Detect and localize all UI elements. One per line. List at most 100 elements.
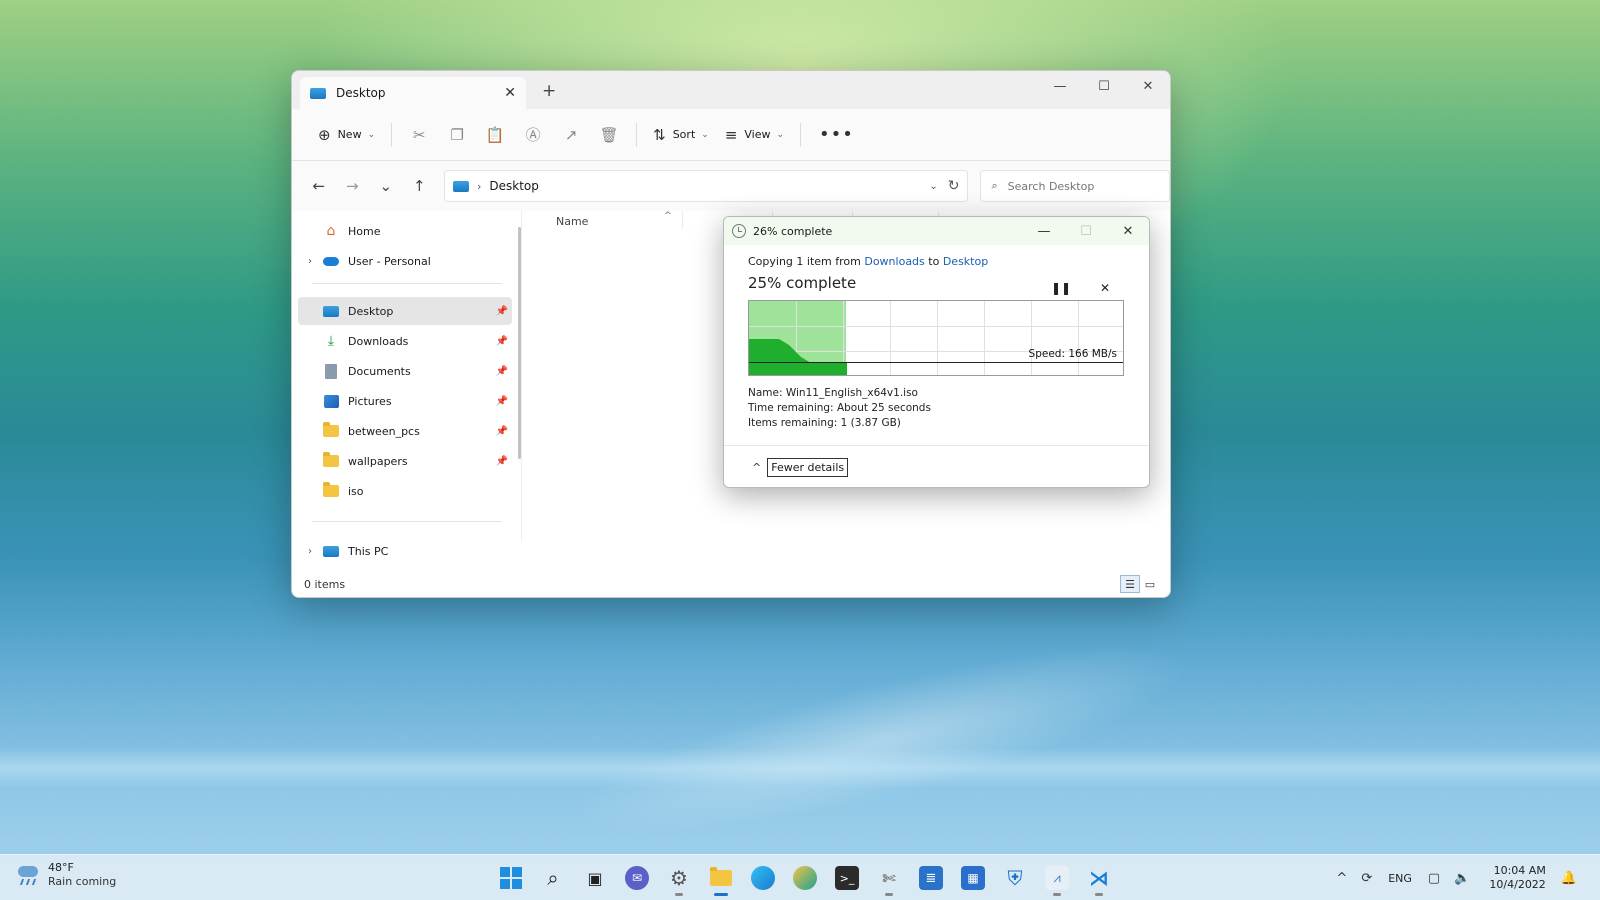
- detail-items: Items remaining: 1 (3.87 GB): [748, 416, 1125, 431]
- snipping-tool-button[interactable]: ✄: [868, 860, 910, 896]
- desktop-folder-icon: [310, 87, 326, 99]
- view-button[interactable]: ≡ View ⌄: [717, 119, 792, 151]
- refresh-icon[interactable]: ↻: [948, 178, 960, 194]
- settings-button[interactable]: ⚙: [658, 860, 700, 896]
- new-button[interactable]: ⊕ New ⌄: [310, 119, 383, 151]
- close-button[interactable]: ✕: [1126, 71, 1170, 101]
- language-indicator[interactable]: ENG: [1388, 872, 1412, 885]
- tiles-view-icon[interactable]: ▭: [1140, 575, 1160, 593]
- pin-icon: 📌: [495, 365, 508, 377]
- store-button[interactable]: ▦: [952, 860, 994, 896]
- pin-icon: 📌: [495, 335, 508, 347]
- nav-item-downloads[interactable]: ⤓ Downloads 📌: [298, 327, 512, 355]
- tab-desktop[interactable]: Desktop ✕: [300, 77, 526, 109]
- security-button[interactable]: ⛨: [994, 860, 1036, 896]
- pin-icon: 📌: [495, 455, 508, 467]
- pin-icon: 📌: [495, 305, 508, 317]
- nav-item-wallpapers[interactable]: wallpapers 📌: [298, 447, 512, 475]
- rain-cloud-icon: [16, 862, 42, 888]
- maximize-button[interactable]: ☐: [1082, 71, 1126, 101]
- weather-temperature: 48°F: [48, 861, 74, 874]
- nav-item-between-pcs[interactable]: between_pcs 📌: [298, 417, 512, 445]
- nav-item-desktop[interactable]: Desktop 📌: [298, 297, 512, 325]
- notepad-button[interactable]: ≣: [910, 860, 952, 896]
- expand-chevron-icon[interactable]: ›: [298, 256, 322, 267]
- nav-item-iso[interactable]: iso: [298, 477, 512, 505]
- source-link[interactable]: Downloads: [864, 255, 924, 268]
- tab-close-icon[interactable]: ✕: [504, 85, 516, 101]
- sync-icon[interactable]: ⟳: [1361, 871, 1372, 886]
- nav-item-onedrive[interactable]: › User - Personal: [298, 247, 512, 275]
- chevron-up-icon[interactable]: ^: [752, 461, 761, 474]
- up-arrow-icon[interactable]: ↑: [403, 171, 437, 201]
- copy-icon[interactable]: ❐: [438, 119, 476, 151]
- network-icon[interactable]: ▢: [1428, 871, 1440, 886]
- forward-arrow-icon[interactable]: →: [336, 171, 370, 201]
- task-view-button[interactable]: ▣: [574, 860, 616, 896]
- recent-locations-chevron-icon[interactable]: ⌄: [369, 171, 403, 201]
- search-button[interactable]: ⌕: [532, 860, 574, 896]
- copy-mid: to: [924, 255, 943, 268]
- volume-icon[interactable]: 🔈: [1454, 871, 1470, 886]
- sort-button[interactable]: ⇅ Sort ⌄: [645, 119, 717, 151]
- store-icon: ▦: [961, 866, 985, 890]
- breadcrumb-chevron-icon[interactable]: ›: [477, 180, 481, 193]
- clock[interactable]: 10:04 AM 10/4/2022: [1489, 864, 1545, 892]
- nav-scrollbar-thumb[interactable]: [518, 227, 521, 459]
- cut-icon[interactable]: ✂: [400, 119, 438, 151]
- dialog-minimize-button[interactable]: —: [1023, 217, 1065, 245]
- address-row: ← → ⌄ ↑ › Desktop ⌄ ↻ ⌕: [292, 161, 1170, 211]
- vscode-button[interactable]: ⋊: [1078, 860, 1120, 896]
- clock-icon: [732, 224, 746, 238]
- dialog-maximize-button[interactable]: ☐: [1065, 217, 1107, 245]
- taskbar-apps: ⌕ ▣ ✉ ⚙ >_ ✄ ≣ ▦ ⛨ ⩘ ⋊: [490, 860, 1120, 896]
- dialog-window-controls: — ☐ ✕: [1023, 217, 1149, 245]
- pause-icon[interactable]: ❚❚: [1039, 281, 1083, 295]
- details-view-icon[interactable]: ☰: [1120, 575, 1140, 593]
- chat-button[interactable]: ✉: [616, 860, 658, 896]
- column-header-name[interactable]: Name: [556, 215, 588, 228]
- nav-scrollbar[interactable]: [518, 211, 522, 541]
- nav-divider: [312, 521, 502, 522]
- nav-label: This PC: [348, 544, 389, 558]
- search-box[interactable]: ⌕: [980, 170, 1170, 202]
- new-tab-button[interactable]: +: [542, 81, 556, 101]
- fewer-details-button[interactable]: Fewer details: [767, 458, 849, 477]
- task-manager-button[interactable]: ⩘: [1036, 860, 1078, 896]
- start-button[interactable]: [490, 860, 532, 896]
- back-arrow-icon[interactable]: ←: [302, 171, 336, 201]
- nav-item-this-pc[interactable]: › This PC: [298, 537, 512, 565]
- copy-progress-dialog: 26% complete — ☐ ✕ Copying 1 item from D…: [723, 216, 1150, 488]
- notepad-icon: ≣: [919, 866, 943, 890]
- nav-item-home[interactable]: ⌂ Home: [298, 217, 512, 245]
- nav-item-documents[interactable]: Documents 📌: [298, 357, 512, 385]
- weather-widget[interactable]: 48°F Rain coming: [16, 861, 116, 889]
- address-bar[interactable]: › Desktop ⌄ ↻: [444, 170, 969, 202]
- search-input[interactable]: [1007, 179, 1148, 193]
- task-view-icon: ▣: [587, 868, 603, 888]
- terminal-button[interactable]: >_: [826, 860, 868, 896]
- chevron-up-icon[interactable]: ^: [1336, 871, 1347, 886]
- nav-item-pictures[interactable]: Pictures 📌: [298, 387, 512, 415]
- notification-bell-icon[interactable]: 🔔: [1561, 871, 1577, 886]
- destination-link[interactable]: Desktop: [943, 255, 988, 268]
- paste-icon[interactable]: 📋: [476, 119, 514, 151]
- task-manager-icon: ⩘: [1045, 866, 1069, 890]
- delete-icon[interactable]: 🗑: [590, 119, 628, 151]
- nav-label: User - Personal: [348, 254, 431, 268]
- wallpaper-horizon: [0, 748, 1600, 788]
- detail-name: Name: Win11_English_x64v1.iso: [748, 386, 1125, 401]
- rename-icon[interactable]: Ⓐ: [514, 119, 552, 151]
- edge-button[interactable]: [742, 860, 784, 896]
- minimize-button[interactable]: —: [1038, 71, 1082, 101]
- breadcrumb-desktop[interactable]: Desktop: [489, 179, 929, 193]
- view-switcher: ☰ ▭: [1120, 575, 1160, 593]
- edge-canary-button[interactable]: [784, 860, 826, 896]
- file-explorer-button[interactable]: [700, 860, 742, 896]
- dialog-close-button[interactable]: ✕: [1107, 217, 1149, 245]
- expand-chevron-icon[interactable]: ›: [298, 546, 322, 557]
- address-history-chevron-icon[interactable]: ⌄: [929, 181, 937, 192]
- share-icon[interactable]: ↗: [552, 119, 590, 151]
- more-options-icon[interactable]: •••: [809, 124, 864, 145]
- cancel-icon[interactable]: ✕: [1083, 281, 1127, 295]
